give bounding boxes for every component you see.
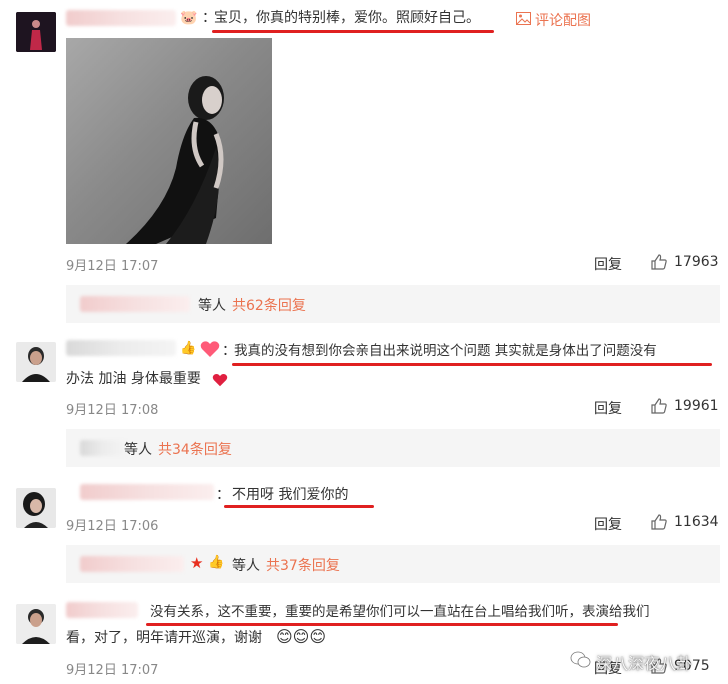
reply-button[interactable]: 回复 (594, 254, 622, 274)
comment-text: 宝贝，你真的特别棒，爱你。照顾好自己。 (214, 10, 480, 26)
comment-text-line2: 看，对了，明年请开巡演，谢谢 (66, 630, 262, 646)
replies-suffix: 等人 (124, 442, 152, 458)
username-blurred[interactable] (66, 10, 176, 26)
image-icon (516, 11, 531, 29)
like-count: 19961 (674, 398, 719, 414)
username-blurred[interactable] (66, 340, 176, 356)
replies-suffix: 等人 (198, 298, 226, 314)
comment-date: 9月12日 17:07 (66, 259, 159, 274)
like-button[interactable]: 11634 (650, 513, 719, 531)
smile-emoji-icon: 😊😊😊 (276, 627, 327, 646)
replies-suffix: 等人 (232, 558, 260, 574)
highlight-underline (212, 30, 494, 33)
heart-icon (212, 372, 228, 391)
comment-text-line2: 办法 加油 身体最重要 (66, 371, 201, 387)
thumbs-up-icon (651, 514, 667, 530)
highlight-underline (232, 363, 712, 366)
avatar[interactable] (16, 342, 56, 382)
replies-summary[interactable]: 等人 共34条回复 (66, 429, 720, 467)
thumbs-up-icon (651, 254, 667, 270)
username-blurred[interactable] (80, 484, 214, 500)
comment-image-link[interactable]: 评论配图 (516, 10, 591, 30)
comment-date: 9月12日 17:07 (66, 663, 159, 678)
replies-count-link[interactable]: 共37条回复 (266, 555, 340, 575)
reply-users-blurred (80, 296, 190, 312)
comment-date: 9月12日 17:08 (66, 403, 159, 418)
reply-button[interactable]: 回复 (594, 398, 622, 418)
replies-summary[interactable]: 等人 共62条回复 (66, 285, 720, 323)
star-icon: ★ (190, 554, 204, 572)
comment-text-line1: 我真的没有想到你会亲自出来说明这个问题 其实就是身体出了问题没有 (234, 343, 657, 359)
avatar[interactable] (16, 12, 56, 52)
like-button[interactable]: 19961 (650, 397, 719, 415)
comment-text: 不用呀 我们爱你的 (232, 487, 349, 503)
heart-icon (200, 340, 220, 362)
vip-badge-icon: 👍 (208, 555, 225, 570)
comment-photo[interactable] (66, 38, 272, 244)
comment-date: 9月12日 17:06 (66, 519, 159, 534)
avatar[interactable] (16, 604, 56, 644)
like-button[interactable]: 17963 (650, 253, 719, 271)
highlight-underline (146, 623, 618, 626)
reply-users-blurred (80, 556, 184, 572)
comment-text-line1: 没有关系，这不重要，重要的是希望你们可以一直站在台上唱给我们听，表演给我们 (150, 604, 650, 620)
replies-count-link[interactable]: 共34条回复 (158, 439, 232, 459)
watermark: 深八深夜八卦 (570, 650, 692, 674)
wechat-icon (570, 651, 592, 673)
like-count: 17963 (674, 254, 719, 270)
thumbs-up-icon (651, 398, 667, 414)
watermark-text: 深八深夜八卦 (596, 654, 693, 673)
reply-users-blurred (80, 440, 126, 456)
avatar[interactable] (16, 488, 56, 528)
pig-icon: 🐷 (180, 10, 198, 26)
image-link-label: 评论配图 (535, 13, 591, 29)
like-count: 11634 (674, 514, 719, 530)
comment-separator: ： (216, 487, 230, 503)
reply-button[interactable]: 回复 (594, 514, 622, 534)
vip-badge-icon: 👍 (180, 341, 197, 356)
highlight-underline (224, 505, 374, 508)
replies-summary[interactable]: ★ 👍 等人 共37条回复 (66, 545, 720, 583)
username-blurred[interactable] (66, 602, 138, 618)
replies-count-link[interactable]: 共62条回复 (232, 295, 306, 315)
